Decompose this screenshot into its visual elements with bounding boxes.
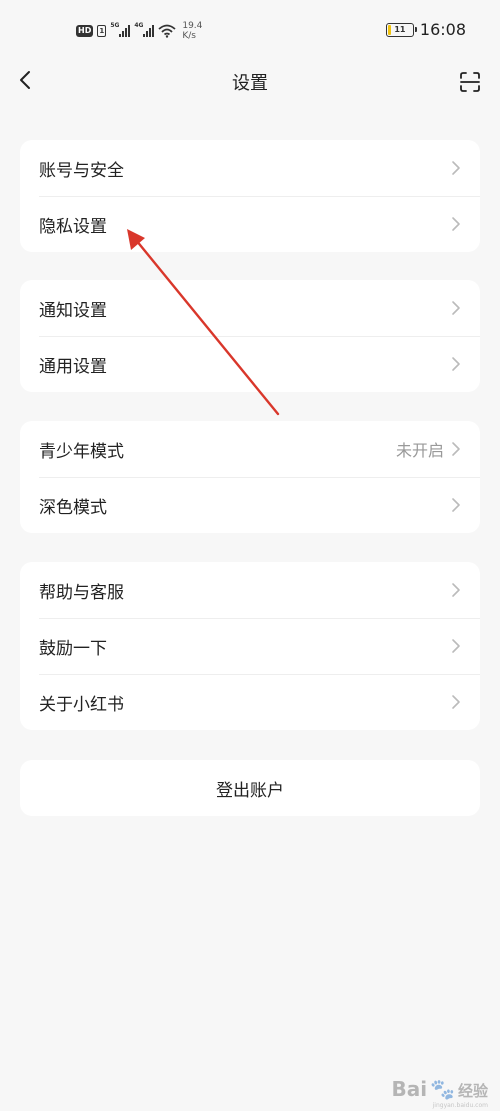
settings-group-modes: 青少年模式 未开启 深色模式: [20, 421, 480, 533]
network-speed: 19.4 K/s: [182, 21, 202, 41]
settings-item-help[interactable]: 帮助与客服: [20, 562, 480, 618]
settings-item-label: 鼓励一下: [39, 638, 107, 659]
settings-group-account: 账号与安全 隐私设置: [20, 140, 480, 252]
settings-item-label: 青少年模式: [39, 441, 124, 462]
settings-item-label: 隐私设置: [39, 216, 107, 237]
status-right: 11 16:08: [385, 20, 466, 39]
chevron-right-icon: [452, 301, 460, 315]
nav-bar: 设置: [0, 52, 500, 110]
settings-group-about: 帮助与客服 鼓励一下 关于小红书: [20, 562, 480, 730]
battery-label: 11: [394, 24, 406, 34]
settings-item-about[interactable]: 关于小红书: [20, 674, 480, 730]
wifi-icon: [158, 24, 176, 38]
signal-5g-icon: 5G: [110, 22, 131, 37]
chevron-right-icon: [452, 695, 460, 709]
baidu-watermark: Bai 🐾 经验 jingyan.baidu.com: [391, 1077, 488, 1109]
signal-5g-tag: 5G: [110, 22, 120, 29]
battery-icon: 11: [385, 22, 417, 37]
watermark-sub: jingyan.baidu.com: [432, 1102, 488, 1109]
status-left: HD 1 5G 4G 19.4 K/s: [76, 16, 202, 46]
settings-item-dark-mode[interactable]: 深色模式: [20, 477, 480, 533]
logout-button[interactable]: 登出账户: [20, 760, 480, 816]
settings-item-account-security[interactable]: 账号与安全: [20, 140, 480, 196]
status-time: 16:08: [419, 20, 466, 39]
signal-4g-icon: 4G: [134, 22, 155, 37]
settings-item-general[interactable]: 通用设置: [20, 336, 480, 392]
settings-item-label: 通知设置: [39, 300, 107, 321]
watermark-text: Bai: [391, 1077, 428, 1101]
network-speed-unit: K/s: [182, 31, 196, 41]
scan-icon[interactable]: [458, 70, 482, 94]
status-bar: HD 1 5G 4G 19.4 K/s 11 16:08: [0, 0, 500, 52]
teen-mode-status: 未开启: [395, 441, 444, 460]
chevron-right-icon: [452, 498, 460, 512]
settings-item-label: 关于小红书: [39, 694, 124, 715]
settings-group-notification: 通知设置 通用设置: [20, 280, 480, 392]
chevron-right-icon: [452, 583, 460, 597]
settings-item-label: 账号与安全: [39, 160, 124, 181]
settings-item-privacy[interactable]: 隐私设置: [20, 196, 480, 252]
logout-label: 登出账户: [216, 780, 284, 801]
page-title: 设置: [232, 73, 268, 94]
chevron-right-icon: [452, 639, 460, 653]
chevron-right-icon: [452, 357, 460, 371]
paw-icon: 🐾: [430, 1077, 455, 1101]
signal-4g-tag: 4G: [134, 22, 144, 29]
chevron-right-icon: [452, 442, 460, 456]
watermark-text-after: 经验: [457, 1082, 488, 1100]
hd-badge: HD: [76, 25, 94, 37]
settings-item-encourage[interactable]: 鼓励一下: [20, 618, 480, 674]
settings-item-label: 帮助与客服: [39, 582, 124, 603]
settings-item-notification[interactable]: 通知设置: [20, 280, 480, 336]
settings-item-label: 深色模式: [39, 497, 107, 518]
chevron-right-icon: [452, 161, 460, 175]
chevron-right-icon: [452, 217, 460, 231]
settings-item-teen-mode[interactable]: 青少年模式 未开启: [20, 421, 480, 477]
network-speed-value: 19.4: [182, 21, 203, 31]
settings-item-label: 通用设置: [39, 356, 107, 377]
sim-badge: 1: [97, 25, 107, 37]
